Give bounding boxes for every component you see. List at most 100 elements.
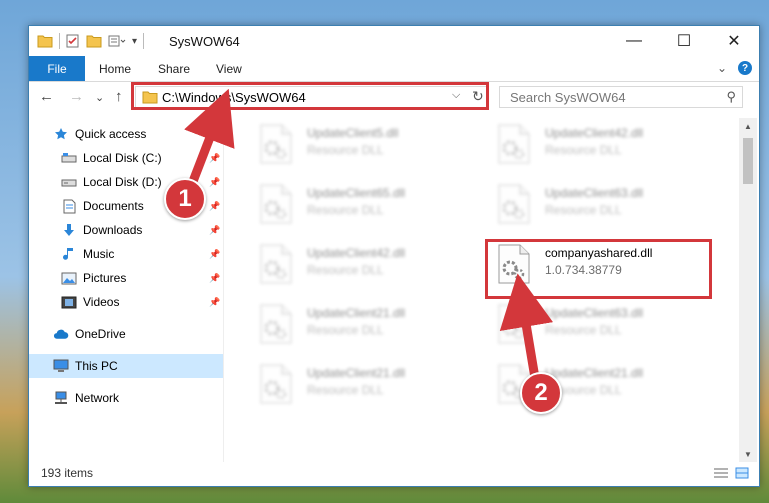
qat-dropdown-icon[interactable]: ▾ bbox=[132, 36, 137, 47]
tab-view[interactable]: View bbox=[216, 56, 242, 81]
nav-item-videos[interactable]: Videos 📌 bbox=[29, 290, 223, 314]
network-icon bbox=[53, 390, 69, 406]
file-description: Resource DLL bbox=[545, 323, 622, 337]
quick-access-toolbar: ▾ bbox=[37, 33, 145, 49]
dll-file-icon bbox=[497, 184, 531, 227]
maximize-button[interactable]: ☐ bbox=[661, 26, 707, 56]
close-button[interactable]: ✕ bbox=[711, 26, 757, 56]
scroll-thumb[interactable] bbox=[743, 138, 753, 184]
file-item[interactable]: UpdateClient21.dll Resource DLL bbox=[479, 360, 715, 414]
forward-button[interactable]: → bbox=[69, 88, 84, 105]
pin-icon[interactable]: 📌 bbox=[209, 201, 220, 212]
file-item[interactable]: UpdateClient5.dll Resource DLL bbox=[241, 120, 477, 174]
nav-item-label: Videos bbox=[83, 295, 120, 309]
dll-file-icon bbox=[497, 304, 531, 347]
file-item[interactable]: UpdateClient21.dll Resource DLL bbox=[241, 300, 477, 354]
file-name: UpdateClient42.dll bbox=[307, 246, 406, 260]
file-name: UpdateClient21.dll bbox=[307, 306, 406, 320]
properties-icon[interactable] bbox=[66, 34, 80, 48]
cloud-icon bbox=[53, 326, 69, 342]
file-list: UpdateClient5.dll Resource DLL UpdateClien… bbox=[229, 118, 739, 462]
nav-item-label: Downloads bbox=[83, 223, 143, 237]
expand-ribbon-icon[interactable]: ⌄ bbox=[717, 61, 727, 75]
up-button[interactable]: ↑ bbox=[115, 88, 123, 105]
divider bbox=[143, 33, 145, 49]
address-dropdown-icon[interactable]: ⌵ bbox=[452, 89, 460, 102]
music-icon bbox=[61, 246, 77, 262]
title-bar: ▾ SysWOW64 — ☐ ✕ bbox=[29, 26, 759, 56]
minimize-button[interactable]: — bbox=[611, 26, 657, 56]
file-description: Resource DLL bbox=[307, 203, 384, 217]
file-name: UpdateClient21.dll bbox=[307, 366, 406, 380]
nav-onedrive[interactable]: OneDrive bbox=[29, 322, 223, 346]
details-view-icon[interactable] bbox=[713, 467, 729, 479]
help-icon[interactable]: ? bbox=[738, 61, 752, 75]
pin-icon[interactable]: 📌 bbox=[209, 153, 220, 164]
callout-badge-1: 1 bbox=[164, 178, 206, 220]
dll-file-icon bbox=[259, 364, 293, 407]
file-name: UpdateClient65.dll bbox=[307, 186, 406, 200]
file-item[interactable]: UpdateClient63.dll Resource DLL bbox=[479, 300, 715, 354]
nav-this-pc[interactable]: This PC bbox=[29, 354, 223, 378]
file-name: UpdateClient21.dll bbox=[545, 366, 644, 380]
tiles-view-icon[interactable] bbox=[735, 467, 749, 479]
item-count: 193 items bbox=[41, 466, 94, 480]
pin-icon[interactable]: 📌 bbox=[209, 225, 220, 236]
navigation-pane: Quick access Local Disk (C:) 📌 Local Dis… bbox=[29, 118, 223, 462]
new-folder-icon[interactable] bbox=[86, 34, 102, 48]
dll-file-icon bbox=[259, 244, 293, 287]
customize-icon[interactable] bbox=[108, 35, 126, 47]
videos-icon bbox=[61, 294, 77, 310]
nav-network[interactable]: Network bbox=[29, 386, 223, 410]
tab-home[interactable]: Home bbox=[99, 56, 131, 81]
vertical-scrollbar[interactable]: ▲ ▼ bbox=[739, 118, 757, 462]
recent-locations-button[interactable]: ⌄ bbox=[95, 91, 104, 104]
dll-file-icon bbox=[259, 184, 293, 227]
file-description: Resource DLL bbox=[307, 323, 384, 337]
nav-item-label: Local Disk (C:) bbox=[83, 151, 162, 165]
file-item[interactable]: companyashared.dll 1.0.734.38779 bbox=[479, 240, 715, 294]
file-item[interactable]: UpdateClient42.dll Resource DLL bbox=[479, 120, 715, 174]
pin-icon[interactable]: 📌 bbox=[209, 249, 220, 260]
file-name: UpdateClient5.dll bbox=[307, 126, 399, 140]
downloads-icon bbox=[61, 222, 77, 238]
file-description: Resource DLL bbox=[545, 143, 622, 157]
nav-item-music[interactable]: Music 📌 bbox=[29, 242, 223, 266]
address-path[interactable]: C:\Windows\SysWOW64 bbox=[162, 90, 306, 105]
file-item[interactable]: UpdateClient42.dll Resource DLL bbox=[241, 240, 477, 294]
computer-icon bbox=[53, 358, 69, 374]
tab-file[interactable]: File bbox=[29, 56, 85, 81]
dll-file-icon bbox=[259, 124, 293, 167]
search-icon[interactable]: ⚲ bbox=[726, 89, 736, 105]
folder-icon bbox=[37, 35, 53, 48]
file-name: UpdateClient42.dll bbox=[545, 126, 644, 140]
pin-icon[interactable]: 📌 bbox=[209, 273, 220, 284]
search-input[interactable]: Search SysWOW64 bbox=[510, 90, 626, 105]
nav-quick-access[interactable]: Quick access bbox=[29, 122, 223, 146]
file-description: Resource DLL bbox=[545, 203, 622, 217]
file-description: Resource DLL bbox=[307, 263, 384, 277]
nav-item-pictures[interactable]: Pictures 📌 bbox=[29, 266, 223, 290]
scroll-up-icon[interactable]: ▲ bbox=[739, 118, 757, 134]
tab-share[interactable]: Share bbox=[158, 56, 190, 81]
folder-icon bbox=[142, 91, 158, 104]
nav-item-label: Network bbox=[75, 391, 120, 405]
nav-item-label: Documents bbox=[83, 199, 144, 213]
status-bar: 193 items bbox=[29, 462, 759, 486]
refresh-icon[interactable]: ↻ bbox=[472, 88, 484, 105]
file-item[interactable]: UpdateClient63.dll Resource DLL bbox=[479, 180, 715, 234]
file-item[interactable]: UpdateClient65.dll Resource DLL bbox=[241, 180, 477, 234]
nav-item-label: Local Disk (D:) bbox=[83, 175, 162, 189]
search-box[interactable]: Search SysWOW64 ⚲ bbox=[499, 86, 743, 108]
nav-item-downloads[interactable]: Downloads 📌 bbox=[29, 218, 223, 242]
address-bar[interactable]: C:\Windows\SysWOW64 ⌵ ↻ bbox=[135, 86, 489, 108]
drive-icon bbox=[61, 174, 77, 190]
dll-file-icon bbox=[497, 244, 531, 287]
file-item[interactable]: UpdateClient21.dll Resource DLL bbox=[241, 360, 477, 414]
file-description: Resource DLL bbox=[307, 383, 384, 397]
pin-icon[interactable]: 📌 bbox=[209, 297, 220, 308]
back-button[interactable]: ← bbox=[39, 88, 54, 105]
pin-icon[interactable]: 📌 bbox=[209, 177, 220, 188]
scroll-down-icon[interactable]: ▼ bbox=[739, 446, 757, 462]
nav-item-local-disk-c[interactable]: Local Disk (C:) 📌 bbox=[29, 146, 223, 170]
